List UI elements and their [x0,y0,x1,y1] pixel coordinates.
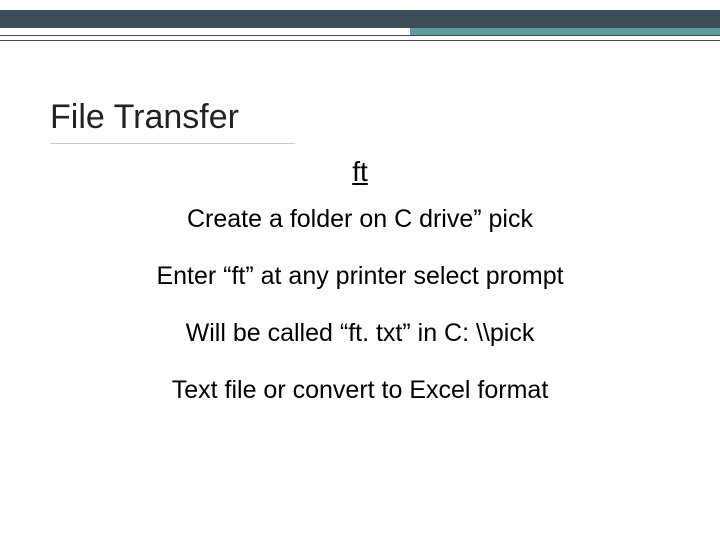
body-line-2: Enter “ft” at any printer select prompt [0,262,720,291]
subtitle-text: ft [352,156,368,187]
header-line-2 [0,40,720,41]
body-line-4: Text file or convert to Excel format [0,376,720,405]
slide-body: Create a folder on C drive” pick Enter “… [0,205,720,433]
body-line-3: Will be called “ft. txt” in C: \\pick [0,319,720,348]
header-decorative-bar [0,6,720,38]
title-container: File Transfer [50,98,295,144]
body-line-1: Create a folder on C drive” pick [0,205,720,234]
header-line-1 [0,35,720,36]
header-teal-stripe [410,28,720,35]
slide: File Transfer ft Create a folder on C dr… [0,0,720,540]
slide-subtitle: ft [0,156,720,188]
header-bar-bg [0,10,720,28]
slide-title: File Transfer [50,98,295,137]
